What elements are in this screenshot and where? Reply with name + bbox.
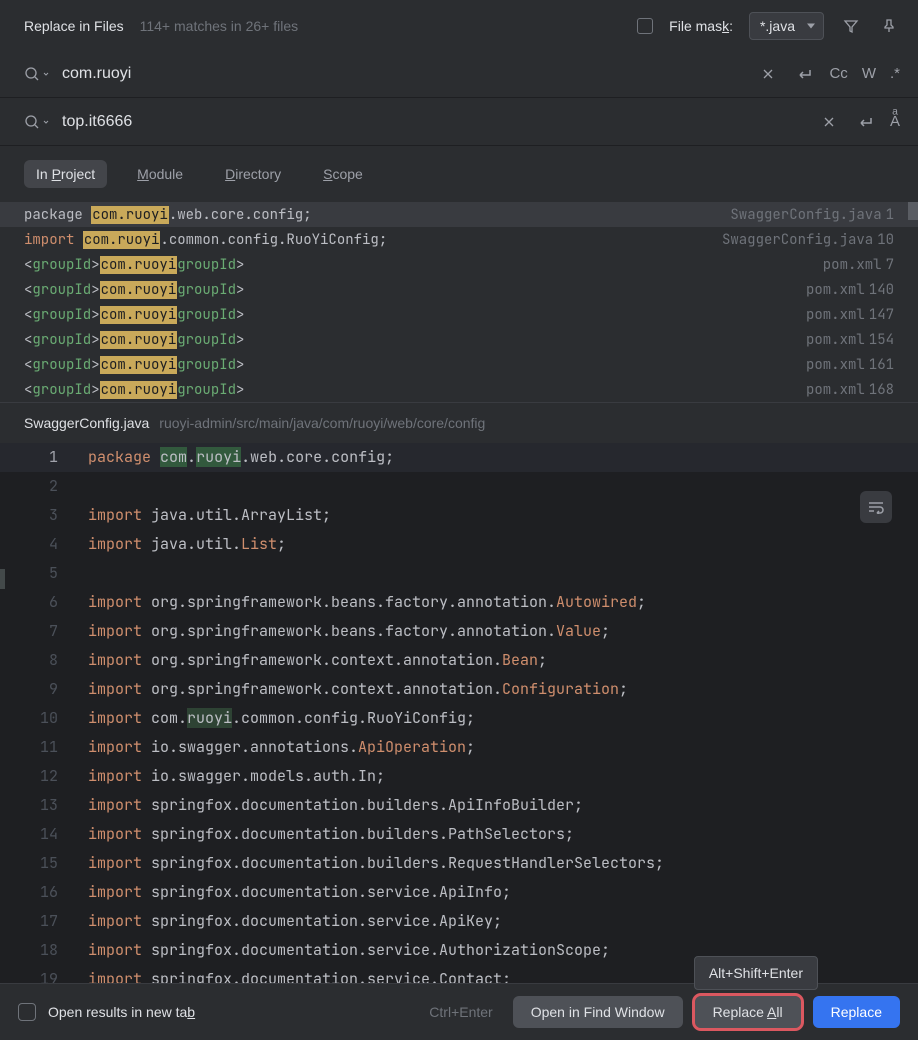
result-row[interactable]: <groupId>com.ruoyigroupId>pom.xml154	[0, 327, 918, 352]
code-preview[interactable]: 12345678910111213141516171819 package co…	[0, 443, 918, 983]
replace-row: Aͣ	[0, 98, 918, 146]
gutter-marker	[0, 569, 5, 589]
match-case-toggle[interactable]: Cc	[829, 65, 847, 82]
clear-find-icon[interactable]	[757, 63, 779, 85]
find-row: Cc W .*	[0, 50, 918, 98]
pin-icon[interactable]	[878, 15, 900, 37]
result-row[interactable]: <groupId>com.ruoyigroupId>pom.xml147	[0, 302, 918, 327]
open-new-tab-label: Open results in new tab	[48, 1004, 195, 1020]
shortcut-hint: Ctrl+Enter	[429, 1004, 492, 1020]
result-row[interactable]: <groupId>com.ruoyigroupId>pom.xml7	[0, 252, 918, 277]
file-mask-select[interactable]: *.java	[749, 12, 824, 40]
dialog-footer: Alt+Shift+Enter Open results in new tab …	[0, 983, 918, 1040]
soft-wrap-icon[interactable]	[860, 491, 892, 523]
dialog-title: Replace in Files	[24, 18, 124, 34]
tab-directory[interactable]: Directory	[213, 160, 293, 188]
preview-file-name: SwaggerConfig.java	[24, 415, 149, 431]
result-row[interactable]: package com.ruoyi.web.core.config;Swagge…	[0, 202, 918, 227]
scrollbar-thumb[interactable]	[908, 202, 918, 220]
find-input[interactable]	[62, 65, 745, 83]
result-row[interactable]: import com.ruoyi.common.config.RuoYiConf…	[0, 227, 918, 252]
dialog-header: Replace in Files 114+ matches in 26+ fil…	[0, 0, 918, 50]
replace-button[interactable]: Replace	[813, 996, 900, 1028]
regex-toggle[interactable]: .*	[890, 65, 900, 82]
code-body[interactable]: package com.ruoyi.web.core.config;import…	[88, 443, 918, 983]
new-line-replace-icon[interactable]	[854, 111, 876, 133]
line-gutter: 12345678910111213141516171819	[0, 443, 88, 983]
preview-header: SwaggerConfig.java ruoyi-admin/src/main/…	[0, 402, 918, 443]
file-mask-label: File mask:	[669, 18, 733, 34]
results-list[interactable]: package com.ruoyi.web.core.config;Swagge…	[0, 202, 918, 402]
result-row[interactable]: <groupId>com.ruoyigroupId>pom.xml161	[0, 352, 918, 377]
preview-file-path: ruoyi-admin/src/main/java/com/ruoyi/web/…	[159, 415, 485, 431]
replace-all-button[interactable]: Replace All	[695, 996, 801, 1028]
match-count: 114+ matches in 26+ files	[140, 18, 299, 34]
shortcut-tooltip: Alt+Shift+Enter	[694, 956, 818, 990]
filter-icon[interactable]	[840, 15, 862, 37]
search-icon[interactable]	[24, 66, 50, 82]
result-row[interactable]: <groupId>com.ruoyigroupId>pom.xml168	[0, 377, 918, 402]
tab-scope[interactable]: Scope	[311, 160, 375, 188]
tab-in-project[interactable]: In Project	[24, 160, 107, 188]
result-row[interactable]: <groupId>com.ruoyigroupId>pom.xml140	[0, 277, 918, 302]
open-find-window-button[interactable]: Open in Find Window	[513, 996, 683, 1028]
scope-tabs: In Project Module Directory Scope	[0, 146, 918, 202]
file-mask-checkbox[interactable]	[637, 18, 653, 34]
clear-replace-icon[interactable]	[818, 111, 840, 133]
open-new-tab-checkbox[interactable]	[18, 1003, 36, 1021]
replace-input[interactable]	[62, 113, 806, 131]
preserve-case-toggle[interactable]: Aͣ	[890, 113, 900, 130]
whole-word-toggle[interactable]: W	[862, 65, 876, 82]
replace-search-icon[interactable]	[24, 114, 50, 130]
tab-module[interactable]: Module	[125, 160, 195, 188]
new-line-icon[interactable]	[793, 63, 815, 85]
